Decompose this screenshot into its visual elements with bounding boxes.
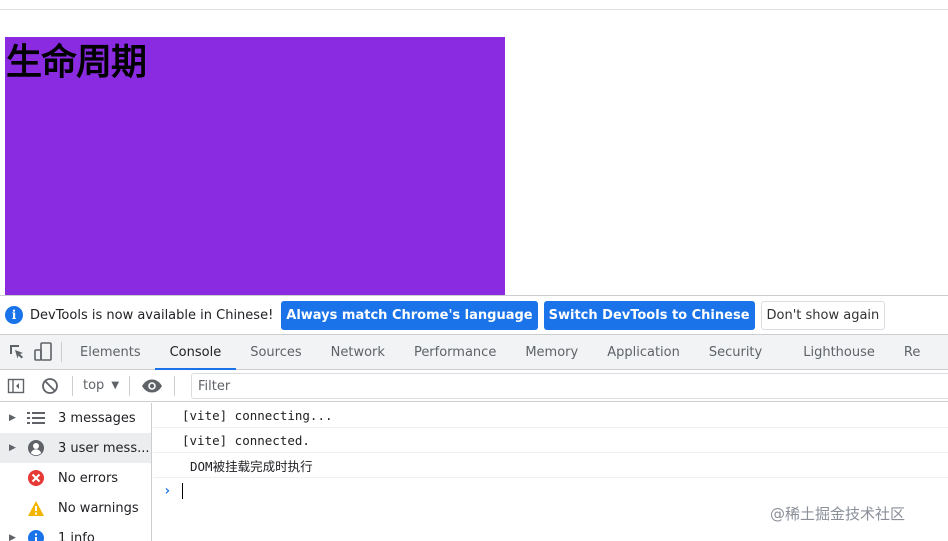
sidebar-toggle-icon[interactable]: [4, 374, 28, 398]
viewport-top-divider: [0, 9, 948, 10]
screen: 生命周期 i DevTools is now available in Chin…: [0, 0, 948, 541]
prompt-chevron-icon: ›: [163, 483, 172, 499]
sidebar-item-label: No errors: [58, 470, 119, 486]
list-icon: [26, 408, 46, 428]
expand-caret-icon: ▶: [9, 413, 16, 423]
sidebar-item-errors[interactable]: No errors: [0, 463, 151, 493]
tab-console[interactable]: Console: [154, 335, 236, 370]
tab-network[interactable]: Network: [331, 335, 385, 370]
tab-lighthouse[interactable]: Lighthouse: [803, 335, 875, 370]
console-message: [vite] connecting...: [153, 403, 948, 428]
context-selector[interactable]: top ▼: [83, 378, 119, 393]
sidebar-item-messages[interactable]: ▶ 3 messages: [0, 403, 151, 433]
sidebar-item-label: 1 info: [58, 530, 95, 541]
expand-caret-icon: ▶: [9, 443, 16, 453]
watermark: @稀土掘金技术社区: [770, 505, 906, 523]
toolbar-divider: [72, 375, 73, 396]
tab-security[interactable]: Security: [709, 335, 762, 370]
expand-caret-icon: ▶: [9, 533, 16, 541]
devtools-tabbar: Elements Console Sources Network Perform…: [0, 335, 948, 370]
clear-console-icon[interactable]: [38, 374, 62, 398]
dont-show-again-button[interactable]: Don't show again: [760, 300, 886, 330]
page-heading: 生命周期: [6, 42, 147, 83]
sidebar-item-info[interactable]: ▶ 1 info: [0, 523, 151, 541]
tabbar-divider: [61, 342, 62, 362]
tab-recorder-truncated[interactable]: Re: [904, 335, 920, 370]
error-icon: [26, 468, 46, 488]
toolbar-divider: [129, 375, 131, 396]
always-match-language-button[interactable]: Always match Chrome's language: [281, 300, 538, 330]
toolbar-divider: [174, 375, 176, 396]
devtools-language-infobar: i DevTools is now available in Chinese! …: [0, 295, 948, 335]
console-message: DOM被挂载完成时执行: [153, 453, 948, 478]
tab-memory[interactable]: Memory: [525, 335, 578, 370]
console-sidebar: ▶ 3 messages ▶ 3 user mess... No errors: [0, 403, 152, 541]
tab-application[interactable]: Application: [607, 335, 680, 370]
warning-icon: [26, 498, 46, 518]
inspect-element-icon[interactable]: [5, 340, 29, 364]
switch-to-chinese-button[interactable]: Switch DevTools to Chinese: [543, 300, 755, 330]
user-icon: [26, 438, 46, 458]
console-prompt[interactable]: ›: [153, 478, 948, 504]
sidebar-item-label: 3 messages: [58, 410, 136, 426]
eye-icon[interactable]: [140, 374, 164, 398]
tab-sources[interactable]: Sources: [250, 335, 301, 370]
tab-elements[interactable]: Elements: [80, 335, 141, 370]
tab-performance[interactable]: Performance: [414, 335, 496, 370]
sidebar-item-label: 3 user mess...: [58, 440, 150, 456]
sidebar-item-label: No warnings: [58, 500, 139, 516]
info-icon: [26, 528, 46, 541]
filter-input[interactable]: [191, 373, 948, 399]
console-toolbar: top ▼: [0, 370, 948, 402]
console-message: [vite] connected.: [153, 428, 948, 453]
info-icon: i: [5, 306, 23, 324]
context-selector-value: top: [83, 378, 105, 393]
lifecycle-box: 生命周期: [5, 37, 505, 295]
sidebar-item-warnings[interactable]: No warnings: [0, 493, 151, 523]
chevron-down-icon: ▼: [111, 380, 120, 391]
device-toolbar-icon[interactable]: [31, 340, 55, 364]
sidebar-item-user-messages[interactable]: ▶ 3 user mess...: [0, 433, 151, 463]
infobar-message: DevTools is now available in Chinese!: [30, 307, 274, 323]
text-cursor: [182, 483, 184, 499]
